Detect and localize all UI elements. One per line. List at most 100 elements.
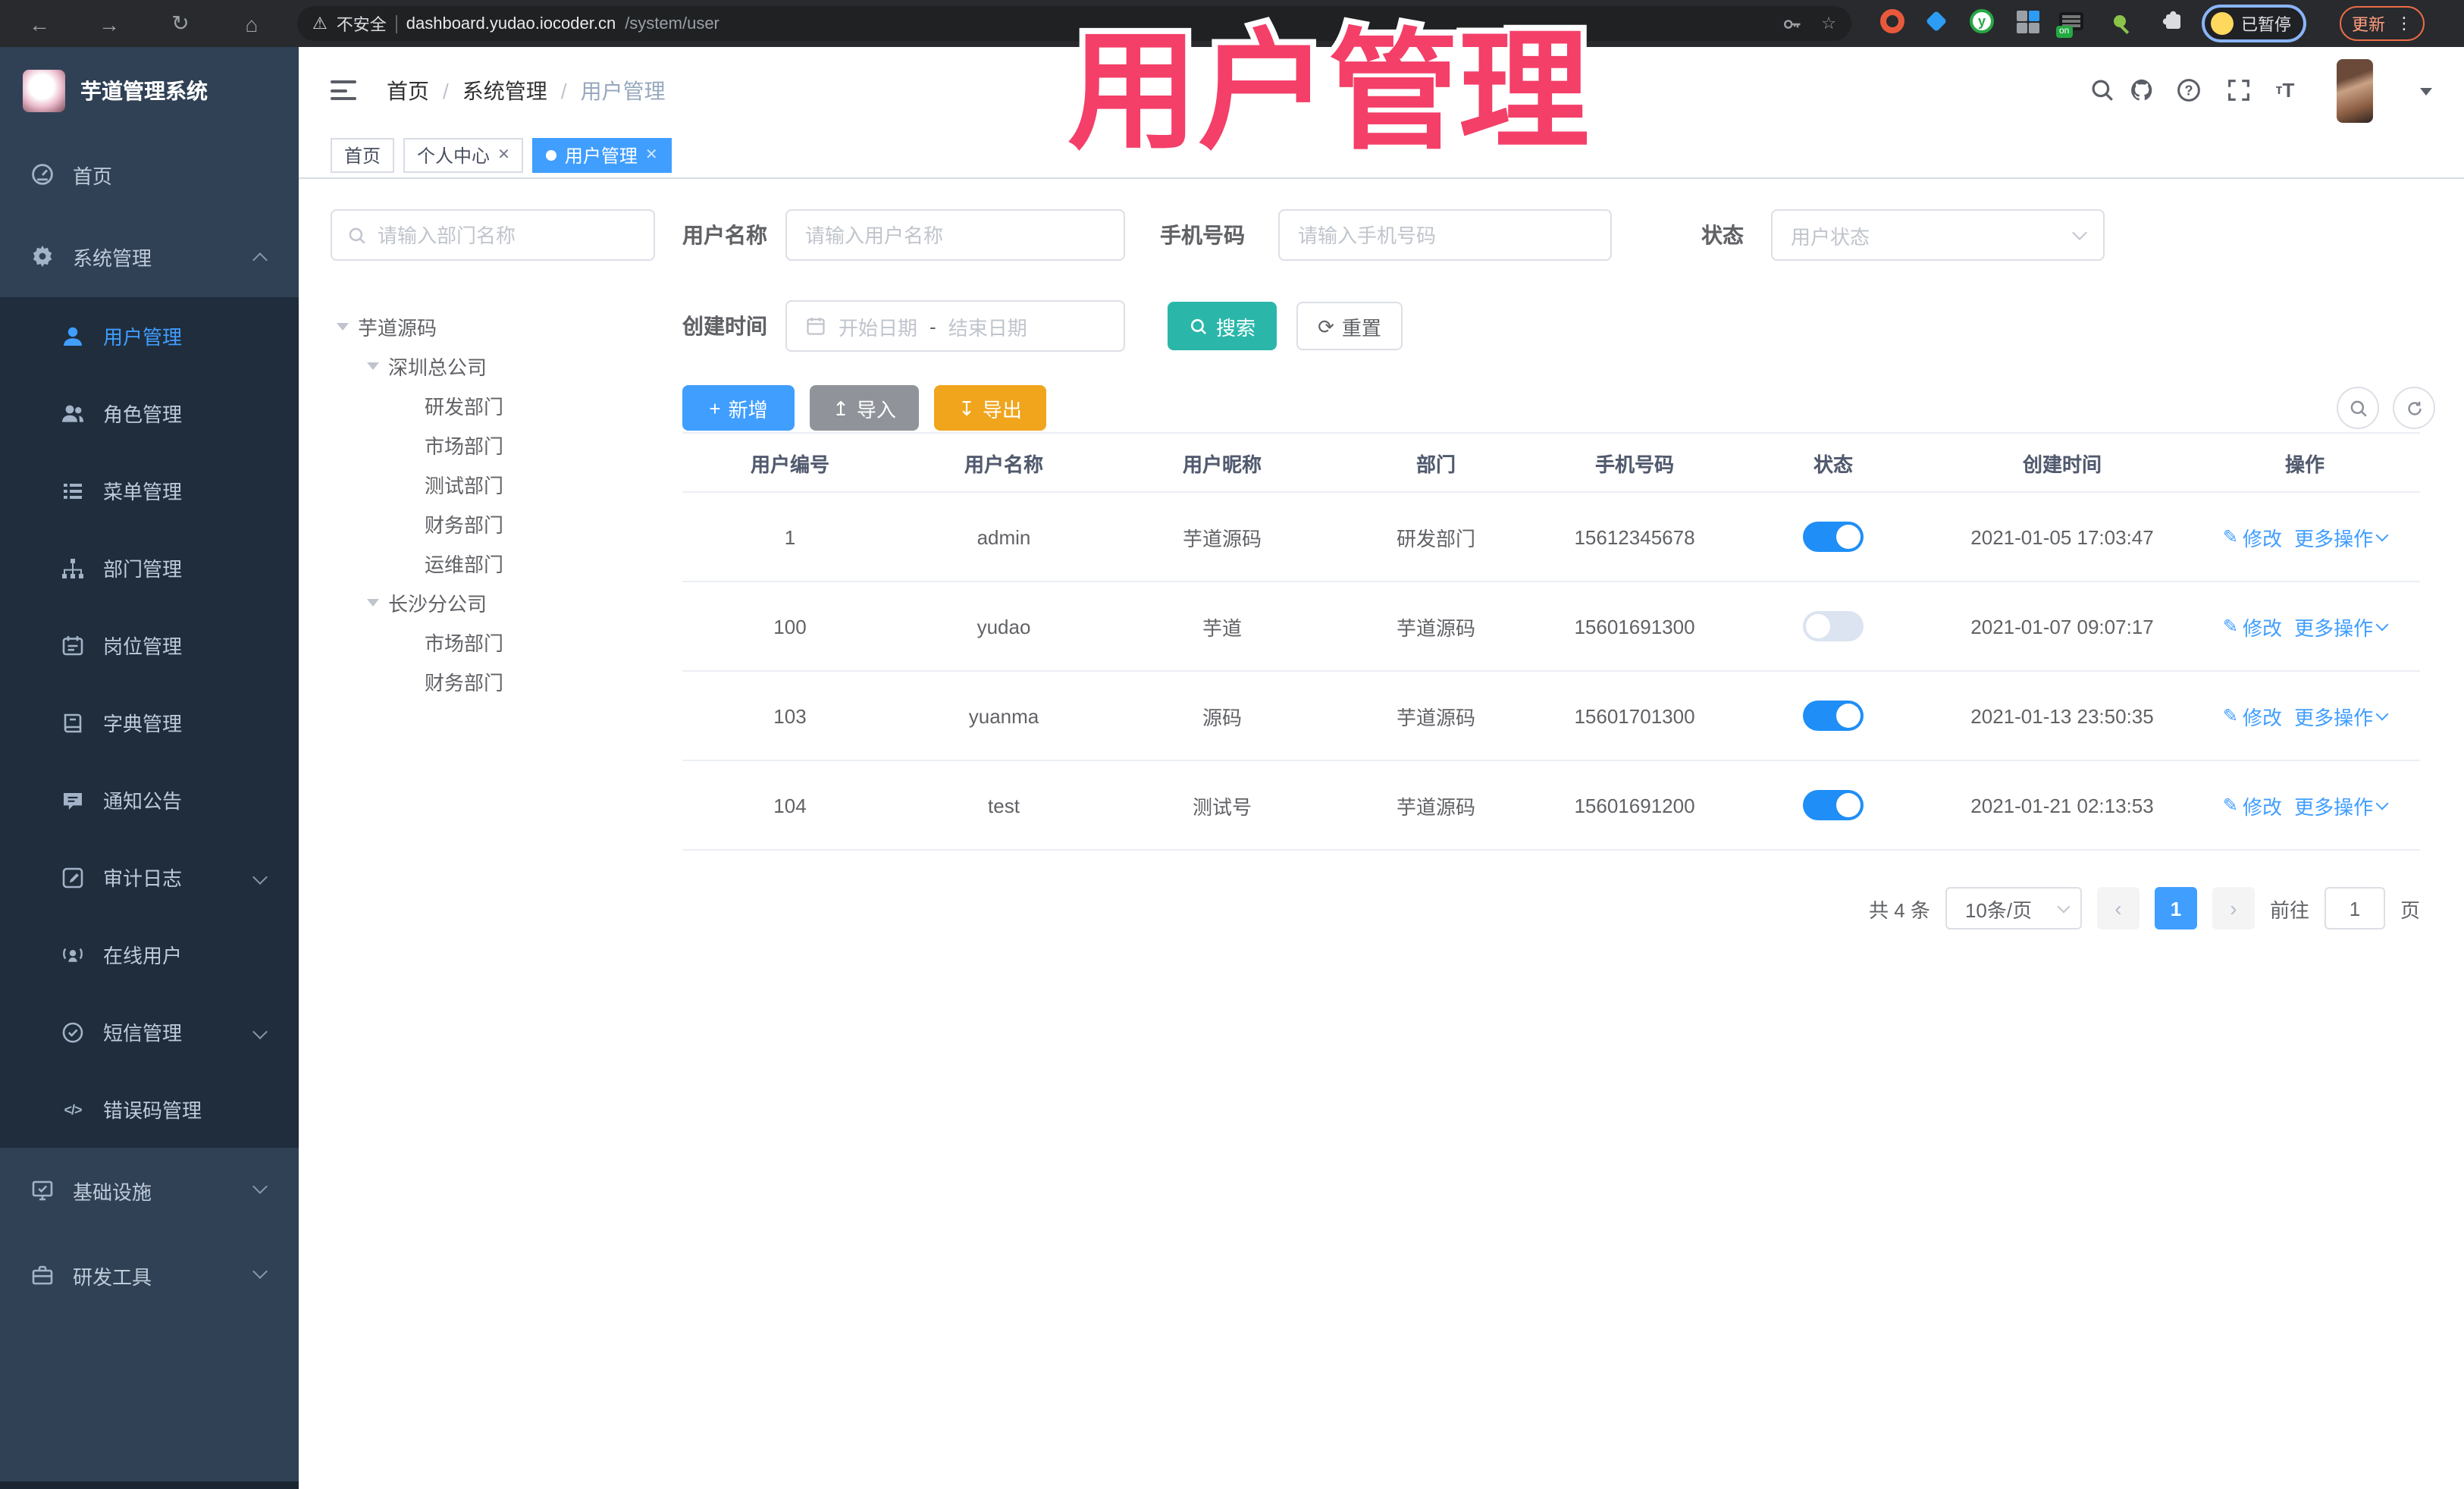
sidebar-item-audit-log[interactable]: 审计日志 — [0, 839, 299, 916]
extension-icon[interactable] — [1925, 9, 1948, 33]
more-actions-dropdown[interactable]: 更多操作 — [2294, 701, 2389, 730]
prev-page-button[interactable]: ‹ — [2096, 887, 2140, 929]
status-toggle[interactable] — [1803, 701, 1864, 731]
sidebar-item-label: 通知公告 — [103, 790, 183, 813]
browser-back-icon[interactable]: ← — [21, 0, 58, 47]
user-avatar[interactable] — [2337, 59, 2373, 123]
export-button[interactable]: ↧ 导出 — [934, 385, 1046, 431]
tree-node[interactable]: 长沙分公司 — [331, 582, 655, 622]
tree-node[interactable]: 财务部门 — [331, 503, 655, 543]
status-toggle[interactable] — [1803, 522, 1864, 552]
page-size-select[interactable]: 10条/页 — [1945, 887, 2082, 929]
more-actions-dropdown[interactable]: 更多操作 — [2294, 522, 2389, 551]
sidebar-collapse-icon[interactable] — [331, 80, 356, 100]
tab-home[interactable]: 首页 — [331, 138, 395, 173]
sidebar-item-posts[interactable]: 岗位管理 — [0, 607, 299, 684]
current-page-button[interactable]: 1 — [2154, 887, 2197, 929]
tree-node[interactable]: 芋道源码 — [331, 306, 655, 346]
browser-forward-icon[interactable]: → — [91, 0, 127, 47]
start-date-placeholder[interactable]: 开始日期 — [839, 312, 917, 340]
extension-icon[interactable]: y — [1970, 9, 1994, 33]
tab-profile[interactable]: 个人中心 ✕ — [403, 138, 524, 173]
tree-node[interactable]: 财务部门 — [331, 661, 655, 701]
caret-down-icon[interactable] — [367, 598, 379, 612]
tab-user-management[interactable]: 用户管理 ✕ — [532, 138, 672, 173]
extension-icon[interactable] — [2017, 9, 2039, 33]
sidebar-item-sms[interactable]: 短信管理 — [0, 993, 299, 1071]
mobile-field[interactable] — [1278, 209, 1612, 261]
breadcrumb-system[interactable]: 系统管理 — [462, 75, 547, 105]
extension-icon[interactable] — [2114, 9, 2129, 35]
extension-icon[interactable]: on — [2056, 9, 2083, 38]
next-page-button[interactable]: › — [2212, 887, 2255, 929]
date-range-picker[interactable]: 开始日期 - 结束日期 — [785, 300, 1125, 352]
import-button[interactable]: ↥ 导入 — [810, 385, 919, 431]
sidebar-item-error-codes[interactable]: </> 错误码管理 — [0, 1071, 299, 1148]
caret-down-icon[interactable] — [337, 322, 349, 336]
close-icon[interactable]: ✕ — [497, 147, 510, 164]
browser-menu-kebab-icon[interactable]: ⋮ — [2396, 14, 2412, 33]
edit-action[interactable]: ✎ 修改 — [2223, 522, 2282, 551]
toggle-search-button[interactable] — [2337, 387, 2379, 429]
sidebar-item-online-users[interactable]: 在线用户 — [0, 916, 299, 993]
edit-action[interactable]: ✎ 修改 — [2223, 791, 2282, 820]
edit-action[interactable]: ✎ 修改 — [2223, 701, 2282, 730]
bookmark-star-icon[interactable]: ☆ — [1821, 14, 1836, 33]
dept-search-box[interactable] — [331, 209, 655, 261]
sidebar-item-home[interactable]: 首页 — [0, 133, 299, 215]
sidebar-item-menus[interactable]: 菜单管理 — [0, 452, 299, 529]
browser-profile-chip[interactable]: 已暂停 — [2202, 5, 2306, 42]
browser-home-icon[interactable]: ⌂ — [234, 0, 270, 47]
address-bar[interactable]: ⚠ 不安全 dashboard.yudao.iocoder.cn/system/… — [297, 6, 1851, 41]
edit-action[interactable]: ✎ 修改 — [2223, 612, 2282, 641]
browser-reload-icon[interactable]: ↻ — [162, 0, 199, 47]
search-button[interactable]: 搜索 — [1168, 302, 1277, 350]
tree-node[interactable]: 研发部门 — [331, 385, 655, 425]
extension-icon[interactable] — [1880, 9, 1904, 33]
status-toggle[interactable] — [1803, 611, 1864, 641]
status-toggle[interactable] — [1803, 790, 1864, 820]
audit-log-icon — [61, 865, 85, 889]
username-input[interactable] — [805, 224, 1105, 246]
breadcrumb-home[interactable]: 首页 — [387, 75, 429, 105]
github-icon[interactable] — [2124, 73, 2158, 106]
tree-node[interactable]: 市场部门 — [331, 425, 655, 464]
sidebar-item-departments[interactable]: 部门管理 — [0, 529, 299, 607]
status-select[interactable]: 用户状态 — [1771, 209, 2105, 261]
help-question-icon[interactable]: ? — [2171, 73, 2205, 106]
tree-node[interactable]: 测试部门 — [331, 464, 655, 503]
tree-node[interactable]: 深圳总公司 — [331, 346, 655, 385]
goto-page-input[interactable] — [2324, 887, 2385, 929]
sidebar-item-dictionary[interactable]: 字典管理 — [0, 684, 299, 761]
sidebar-item-infrastructure[interactable]: 基础设施 — [0, 1148, 299, 1233]
cell-username: admin — [977, 525, 1031, 548]
more-actions-dropdown[interactable]: 更多操作 — [2294, 791, 2389, 820]
header-search-icon[interactable] — [2085, 73, 2118, 106]
tree-node[interactable]: 市场部门 — [331, 622, 655, 661]
mobile-input[interactable] — [1298, 224, 1592, 246]
font-size-icon[interactable]: тT — [2268, 73, 2302, 106]
close-icon[interactable]: ✕ — [645, 147, 658, 164]
caret-down-icon[interactable] — [367, 362, 379, 375]
fullscreen-icon[interactable] — [2221, 73, 2255, 106]
reset-button[interactable]: ⟳ 重置 — [1296, 302, 1403, 350]
sidebar-item-system[interactable]: 系统管理 — [0, 215, 299, 297]
top-navbar: 首页 / 系统管理 / 用户管理 ? тT — [299, 47, 2464, 133]
more-actions-dropdown[interactable]: 更多操作 — [2294, 612, 2389, 641]
username-field[interactable] — [785, 209, 1125, 261]
tree-node[interactable]: 运维部门 — [331, 543, 655, 582]
sidebar-item-roles[interactable]: 角色管理 — [0, 375, 299, 452]
dashboard-icon — [30, 162, 55, 187]
browser-update-button[interactable]: 更新 ⋮ — [2340, 6, 2425, 41]
sidebar-item-users[interactable]: 用户管理 — [0, 297, 299, 375]
sidebar-item-notices[interactable]: 通知公告 — [0, 761, 299, 839]
app-logo-row[interactable]: 芋道管理系统 — [0, 47, 299, 133]
end-date-placeholder[interactable]: 结束日期 — [948, 312, 1027, 340]
dept-search-input[interactable] — [378, 224, 638, 246]
add-button[interactable]: + 新增 — [682, 385, 795, 431]
key-icon[interactable] — [1782, 13, 1803, 34]
avatar-caret-down-icon[interactable] — [2420, 88, 2432, 102]
sidebar-item-dev-tools[interactable]: 研发工具 — [0, 1233, 299, 1318]
refresh-table-button[interactable] — [2393, 387, 2435, 429]
extensions-puzzle-icon[interactable] — [2159, 8, 2185, 41]
